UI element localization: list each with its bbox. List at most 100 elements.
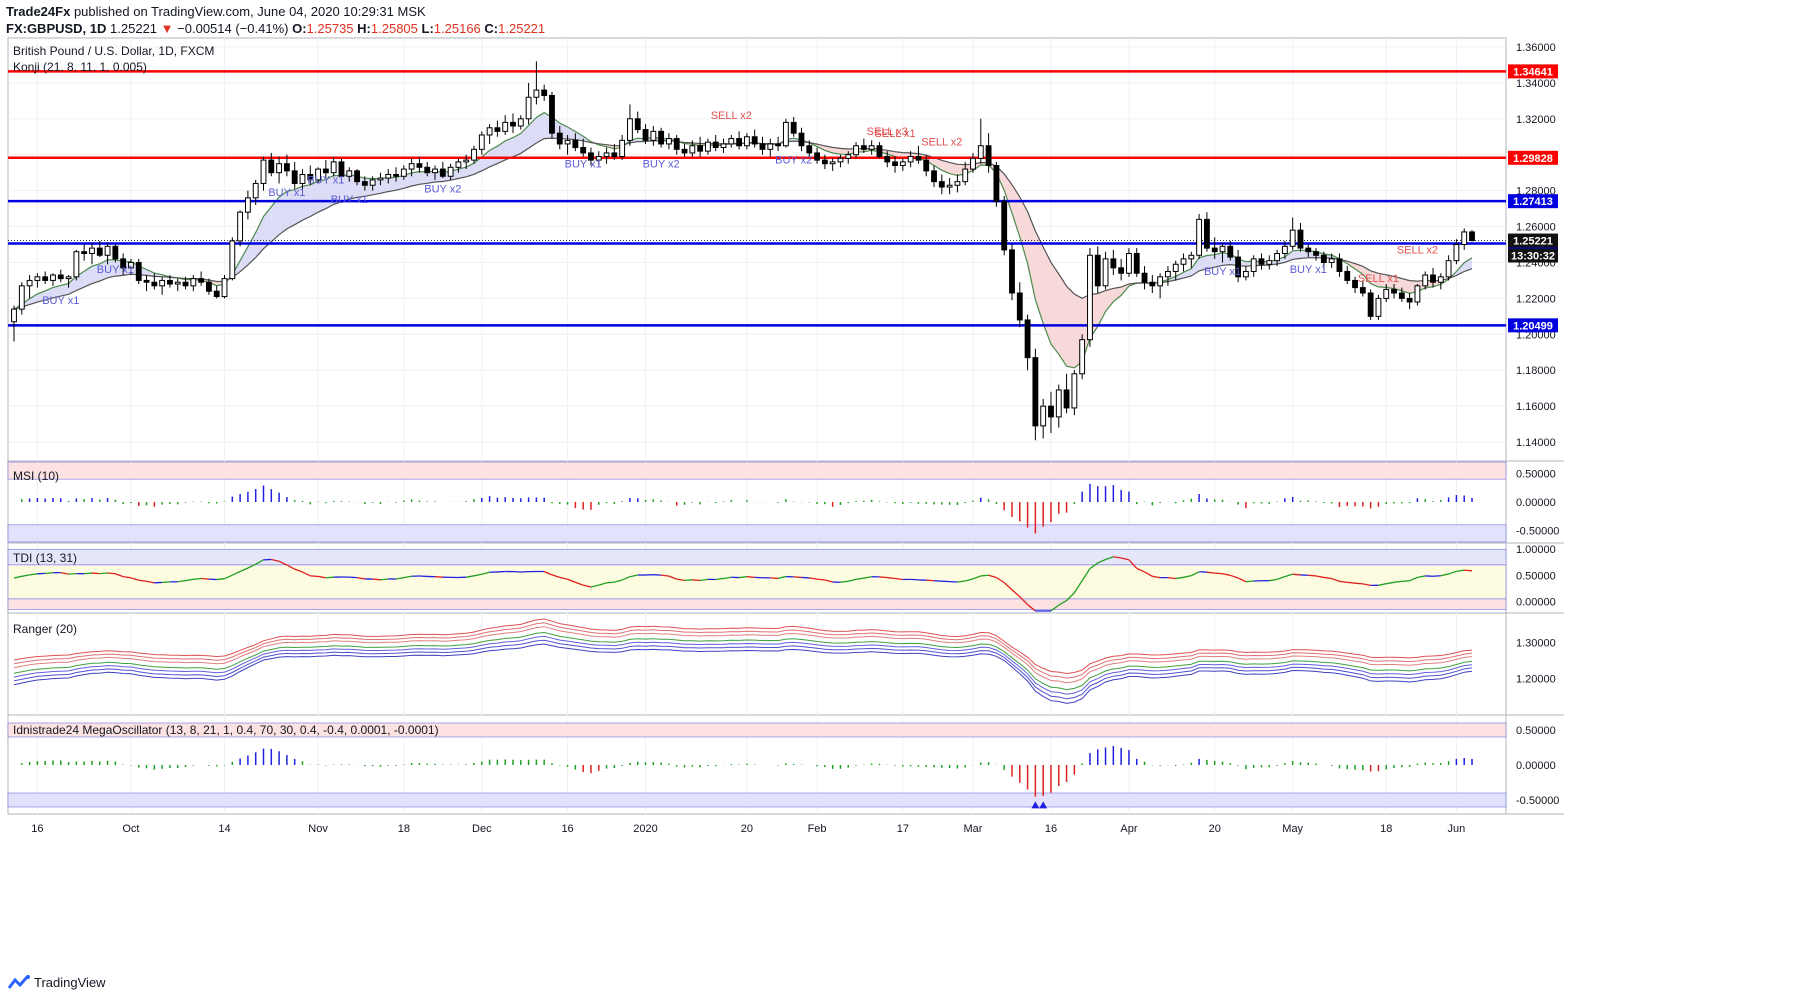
candle[interactable] bbox=[1461, 228, 1468, 250]
candle[interactable] bbox=[1165, 266, 1171, 286]
tradingview-brand[interactable]: TradingView bbox=[8, 974, 106, 990]
candle[interactable] bbox=[1344, 266, 1351, 285]
candle[interactable] bbox=[977, 118, 984, 164]
candle[interactable] bbox=[213, 285, 220, 299]
candle[interactable] bbox=[1110, 249, 1117, 276]
candle[interactable] bbox=[1250, 255, 1257, 277]
candle[interactable] bbox=[1079, 334, 1086, 380]
candle[interactable] bbox=[1266, 255, 1273, 270]
candle[interactable] bbox=[743, 133, 750, 150]
candle[interactable] bbox=[50, 273, 56, 286]
candle[interactable] bbox=[1001, 196, 1008, 256]
candle[interactable] bbox=[1258, 253, 1265, 270]
candle[interactable] bbox=[237, 210, 244, 247]
candle[interactable] bbox=[517, 115, 524, 130]
candle[interactable] bbox=[229, 237, 236, 281]
candle[interactable] bbox=[1009, 244, 1015, 301]
candle[interactable] bbox=[1242, 266, 1249, 281]
candle[interactable] bbox=[478, 131, 485, 155]
candle[interactable] bbox=[1032, 348, 1039, 441]
candle[interactable] bbox=[1289, 217, 1296, 250]
candle[interactable] bbox=[1336, 253, 1343, 277]
candle[interactable] bbox=[81, 244, 88, 261]
candle[interactable] bbox=[954, 174, 961, 193]
candle[interactable] bbox=[268, 152, 275, 177]
candle[interactable] bbox=[751, 129, 758, 148]
candle[interactable] bbox=[1133, 248, 1140, 277]
candle[interactable] bbox=[1149, 275, 1156, 293]
candle[interactable] bbox=[1141, 266, 1148, 290]
candle[interactable] bbox=[276, 156, 283, 184]
candle[interactable] bbox=[1024, 314, 1031, 371]
candle[interactable] bbox=[673, 134, 680, 155]
candle[interactable] bbox=[330, 156, 337, 177]
candle[interactable] bbox=[502, 115, 509, 135]
candle[interactable] bbox=[1414, 284, 1421, 306]
candle[interactable] bbox=[198, 271, 205, 286]
candle[interactable] bbox=[26, 275, 33, 299]
candle[interactable] bbox=[1040, 398, 1047, 439]
candle[interactable] bbox=[658, 127, 665, 148]
candle[interactable] bbox=[627, 104, 633, 146]
candle[interactable] bbox=[1180, 253, 1187, 272]
candle[interactable] bbox=[471, 145, 477, 164]
candle[interactable] bbox=[798, 127, 805, 152]
candle[interactable] bbox=[34, 273, 41, 288]
candle[interactable] bbox=[666, 133, 672, 150]
candle[interactable] bbox=[18, 282, 25, 315]
candle[interactable] bbox=[1406, 292, 1413, 310]
candle[interactable] bbox=[486, 124, 493, 144]
candle[interactable] bbox=[1102, 251, 1109, 290]
candle[interactable] bbox=[993, 161, 1000, 207]
candle[interactable] bbox=[260, 156, 267, 191]
candle[interactable] bbox=[775, 136, 782, 152]
candle[interactable] bbox=[868, 140, 875, 155]
candle[interactable] bbox=[42, 271, 49, 285]
candle[interactable] bbox=[619, 134, 626, 161]
candle[interactable] bbox=[1445, 255, 1452, 281]
candle[interactable] bbox=[712, 134, 719, 152]
candle[interactable] bbox=[1196, 213, 1203, 259]
candle[interactable] bbox=[1094, 246, 1101, 293]
candle[interactable] bbox=[1375, 294, 1382, 320]
candle[interactable] bbox=[510, 113, 516, 134]
candle[interactable] bbox=[135, 258, 142, 285]
candle[interactable] bbox=[603, 147, 610, 164]
candle[interactable] bbox=[736, 131, 743, 150]
candle[interactable] bbox=[1087, 248, 1093, 347]
candle[interactable] bbox=[190, 275, 197, 292]
candle[interactable] bbox=[549, 91, 555, 139]
candle[interactable] bbox=[782, 118, 789, 148]
candle[interactable] bbox=[1437, 273, 1444, 290]
candle[interactable] bbox=[931, 165, 937, 188]
candle[interactable] bbox=[697, 136, 704, 157]
candle[interactable] bbox=[1071, 370, 1078, 416]
candle[interactable] bbox=[221, 275, 228, 299]
candle[interactable] bbox=[143, 275, 150, 292]
candle[interactable] bbox=[814, 147, 820, 164]
candle[interactable] bbox=[494, 120, 501, 137]
candle[interactable] bbox=[1063, 373, 1070, 414]
chart-canvas[interactable]: 1.360001.340001.320001.300001.280001.260… bbox=[0, 0, 1804, 970]
candle[interactable] bbox=[57, 269, 64, 283]
candle[interactable] bbox=[244, 190, 251, 220]
candle[interactable] bbox=[1157, 273, 1164, 299]
candle[interactable] bbox=[1055, 384, 1062, 428]
candle[interactable] bbox=[11, 305, 17, 342]
candle[interactable] bbox=[1313, 248, 1319, 261]
candle[interactable] bbox=[1126, 248, 1132, 277]
candle[interactable] bbox=[89, 242, 95, 265]
candle[interactable] bbox=[1048, 391, 1054, 434]
candle[interactable] bbox=[159, 276, 166, 295]
candle[interactable] bbox=[728, 134, 735, 148]
candle[interactable] bbox=[1352, 276, 1358, 293]
candle[interactable] bbox=[853, 142, 859, 159]
candle[interactable] bbox=[704, 138, 711, 155]
candle[interactable] bbox=[759, 136, 766, 155]
candle[interactable] bbox=[946, 178, 953, 195]
candle[interactable] bbox=[1367, 289, 1374, 320]
candle[interactable] bbox=[291, 161, 298, 189]
candle[interactable] bbox=[767, 138, 774, 157]
candle[interactable] bbox=[790, 117, 797, 137]
candle[interactable] bbox=[1297, 222, 1304, 252]
